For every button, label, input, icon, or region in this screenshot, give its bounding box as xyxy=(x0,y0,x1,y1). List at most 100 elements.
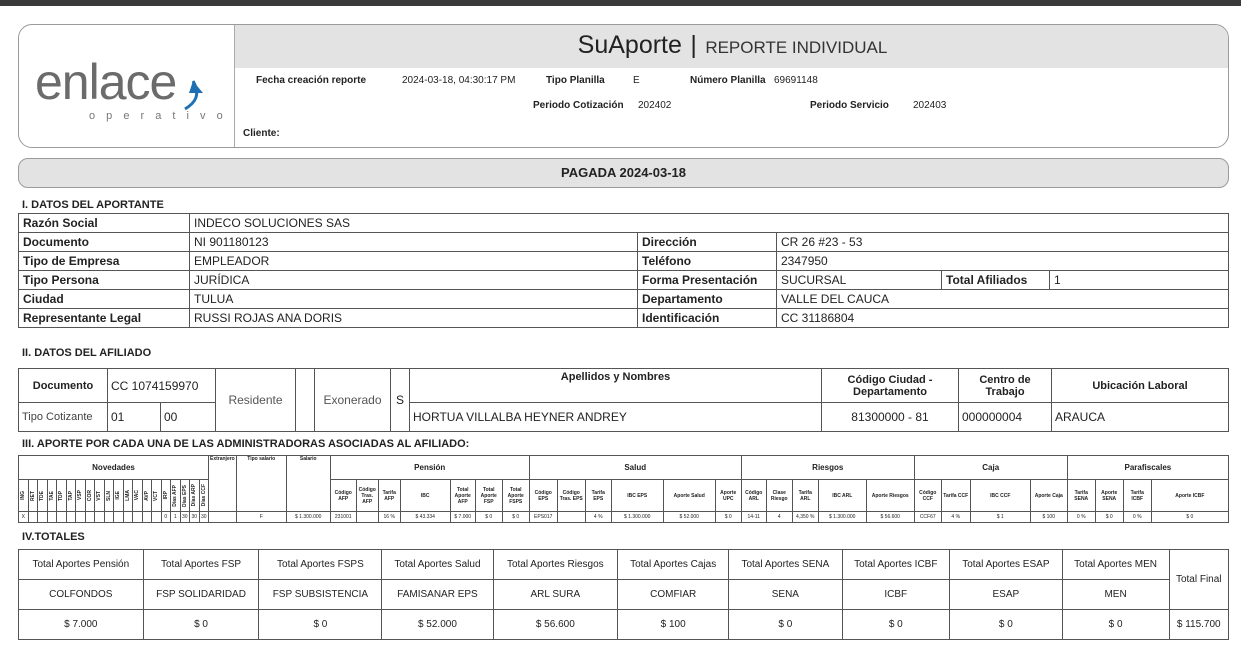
novedad-value: 30 xyxy=(189,511,200,523)
aporte-value: $ 0 xyxy=(474,511,503,523)
novedad-col-label: Días AFP xyxy=(172,484,178,507)
novedad-col-label: TDE xyxy=(39,490,45,501)
forma-presentacion-label: Forma Presentación xyxy=(637,270,777,290)
aporte-value: $ 56.600 xyxy=(865,511,915,523)
novedad-col-header: COR xyxy=(84,479,95,512)
aporte-col-header: Total Aporte FSPS xyxy=(501,479,530,512)
aporte-col-header: Código CCF xyxy=(913,479,942,512)
novedad-col-header: TAE xyxy=(46,479,57,512)
novedad-col-header: VSP xyxy=(75,479,86,512)
total-afiliados-value: 1 xyxy=(1049,270,1229,290)
novedad-col-header: VST xyxy=(94,479,105,512)
novedad-col-label: Días CCF xyxy=(200,484,207,507)
tipo-planilla-label: Tipo Planilla xyxy=(546,75,605,86)
novedad-col-label: Días ARP xyxy=(191,484,197,507)
aporte-col-header: Aporte Salud xyxy=(662,479,716,512)
aporte-value: $ 1.300.000 xyxy=(817,511,867,523)
exonerado-label: Exonerado xyxy=(314,368,391,432)
total-value: $ 0 xyxy=(142,609,260,640)
novedad-col-label: TDP xyxy=(58,490,64,501)
aporte-col-header: Total Aporte AFP xyxy=(449,479,476,512)
enlace-logo-icon xyxy=(184,80,203,111)
periodo-servicio-label: Periodo Servicio xyxy=(810,100,889,111)
residente-label: Residente xyxy=(215,368,296,432)
aporte-value: 0 % xyxy=(1066,511,1096,523)
novedad-col-header: Días ARP xyxy=(189,479,200,512)
nombres-label: Apellidos y Nombres xyxy=(409,368,822,403)
novedad-col-label: TAE xyxy=(48,490,55,501)
aporte-value xyxy=(355,511,379,523)
subtipo-value: 00 xyxy=(160,402,216,432)
direccion-label: Dirección xyxy=(637,232,777,252)
razon-social-label: Razón Social xyxy=(18,213,190,233)
novedad-col-header: IGE xyxy=(113,479,124,512)
novedad-col-header: RET xyxy=(27,479,38,512)
periodo-cotizacion-label: Periodo Cotización xyxy=(533,100,624,111)
aporte-value: $ 52.000 xyxy=(662,511,716,523)
novedad-col-header: TAP xyxy=(65,479,76,512)
ciudad-depto-label: Código Ciudad - Departamento xyxy=(821,368,959,403)
total-entity: COMFIAR xyxy=(617,579,730,610)
aporte-col-header: Aporte ICBF xyxy=(1150,479,1230,512)
aportante-table: Razón Social INDECO SOLUCIONES SAS Docum… xyxy=(18,213,1229,328)
total-value: $ 0 xyxy=(949,609,1063,640)
total-entity: FSP SOLIDARIDAD xyxy=(142,579,260,610)
total-value: $ 0 xyxy=(841,609,951,640)
aporte-col-header: Tarifa AFP xyxy=(377,479,401,512)
aporte-value: 14-11 xyxy=(740,511,767,523)
departamento-value: VALLE DEL CAUCA xyxy=(776,289,1229,309)
aporte-col-header: Tarifa EPS xyxy=(584,479,612,512)
total-header: Total Aportes SENA xyxy=(728,549,843,580)
novedad-col-header: TDE xyxy=(37,479,48,512)
aporte-col-header: Código ARL xyxy=(740,479,767,512)
fecha-value: 2024-03-18, 04:30:17 PM xyxy=(402,75,516,86)
section-aportes-title: III. APORTE POR CADA UNA DE LAS ADMINIST… xyxy=(22,438,470,450)
novedad-col-header: TDP xyxy=(56,479,67,512)
numero-planilla-label: Número Planilla xyxy=(690,75,766,86)
aporte-value: 16 % xyxy=(377,511,401,523)
representante-value: RUSSI ROJAS ANA DORIS xyxy=(189,308,638,328)
total-value: $ 56.600 xyxy=(492,609,619,640)
novedad-value: X xyxy=(18,511,29,523)
novedad-value xyxy=(75,511,86,523)
novedad-col-label: Días EPS xyxy=(181,484,188,507)
novedad-col-label: RET xyxy=(29,490,36,501)
aporte-value: $ 43.334 xyxy=(399,511,451,523)
novedad-value: 30 xyxy=(179,511,190,523)
section-totales-title: IV.TOTALES xyxy=(22,531,85,543)
aporte-value: $ 0 xyxy=(1150,511,1230,523)
novedad-value: 30 xyxy=(198,511,209,523)
tipo-persona-value: JURÍDICA xyxy=(189,270,638,290)
novedad-value xyxy=(56,511,67,523)
novedad-col-label: VCT xyxy=(153,490,159,501)
caja-header: Caja xyxy=(913,455,1068,480)
aporte-value: $ 1.300.000 xyxy=(610,511,664,523)
logo-wordmark: enlace xyxy=(35,54,177,110)
aporte-col-header: Código AFP xyxy=(329,479,357,512)
departamento-label: Departamento xyxy=(637,289,777,309)
aporte-value: 231001 xyxy=(329,511,357,523)
novedad-value xyxy=(46,511,57,523)
novedad-col-header: ING xyxy=(18,479,29,512)
afiliado-doc-label: Documento xyxy=(18,368,108,403)
total-value: $ 52.000 xyxy=(381,609,494,640)
total-entity: ARL SURA xyxy=(492,579,619,610)
total-entity: MEN xyxy=(1061,579,1170,610)
total-header: Total Aportes Riesgos xyxy=(492,549,619,580)
novedades-header: Novedades xyxy=(18,455,209,480)
novedad-value xyxy=(84,511,95,523)
telefono-label: Teléfono xyxy=(637,251,777,271)
aporte-value: $ 0 xyxy=(501,511,530,523)
ciudad-label: Ciudad xyxy=(18,289,190,309)
aporte-value: 4 % xyxy=(940,511,971,523)
aporte-col-header: IBC CCF xyxy=(969,479,1031,512)
aporte-value: EPS017 xyxy=(528,511,558,523)
novedad-value xyxy=(65,511,76,523)
total-entity: FSP SUBSISTENCIA xyxy=(258,579,383,610)
total-afiliados-label: Total Afiliados xyxy=(941,270,1050,290)
totales-table: Total Aportes Pensión Total Aportes FSP To… xyxy=(18,549,1229,640)
identificacion-value: CC 31186804 xyxy=(776,308,1229,328)
aporte-col-header: Aporte UPC xyxy=(714,479,742,512)
tipo-salario-header: Tipo salario xyxy=(235,455,287,512)
aporte-col-header: Código Tras. AFP xyxy=(355,479,379,512)
